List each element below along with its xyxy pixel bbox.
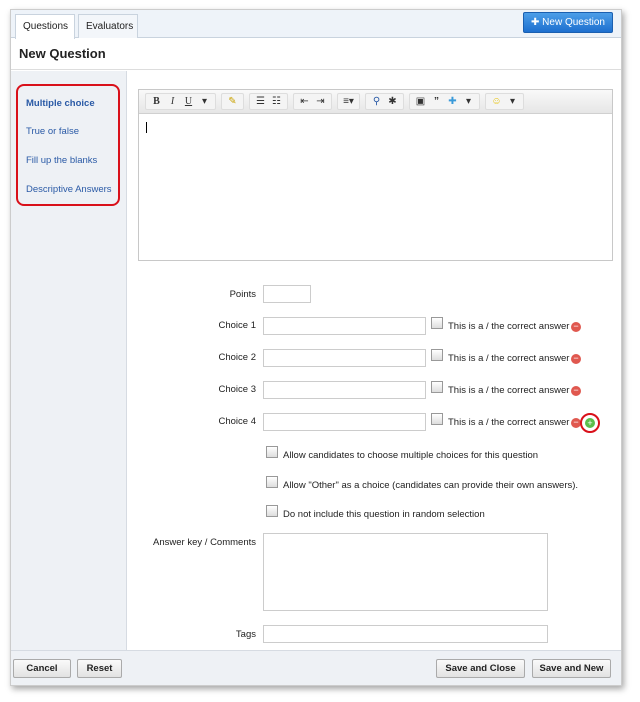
underline-button[interactable]: U [182, 96, 195, 107]
quote-icon[interactable]: ” [430, 96, 443, 107]
exclude-random-checkbox[interactable] [266, 505, 278, 517]
allow-other-label: Allow "Other" as a choice (candidates ca… [283, 480, 579, 491]
correct-checkbox[interactable] [431, 413, 443, 425]
plus-icon: ✚ [531, 17, 543, 28]
tags-label: Tags [235, 629, 256, 640]
question-editor-window: Questions Evaluators ✚ New Question New … [10, 9, 622, 686]
sidebar: Multiple choice True or false Fill up th… [11, 71, 127, 651]
bold-button[interactable]: B [150, 96, 163, 107]
remove-choice-icon[interactable]: − [571, 322, 581, 332]
reset-button[interactable]: Reset [77, 659, 122, 678]
save-and-new-button[interactable]: Save and New [532, 659, 611, 678]
sidebar-item-true-false[interactable]: True or false [26, 126, 79, 137]
chevron-down-icon[interactable]: ▾ [198, 96, 211, 107]
sidebar-item-multiple-choice[interactable]: Multiple choice [26, 98, 95, 109]
correct-label: This is a / the correct answer [448, 385, 570, 396]
sidebar-item-fill-blanks[interactable]: Fill up the blanks [26, 155, 97, 166]
save-and-close-button[interactable]: Save and Close [436, 659, 525, 678]
editor-toolbar: B I U ▾ ✎ ☰ ☷ ⇤ ⇥ ≡▾ ⚲ ✱ ▣” ✚ ▾ ☺ ▾ [139, 90, 612, 114]
answer-key-textarea[interactable] [263, 533, 548, 611]
remove-choice-icon[interactable]: − [571, 354, 581, 364]
multiple-choices-checkbox[interactable] [266, 446, 278, 458]
correct-checkbox[interactable] [431, 349, 443, 361]
outdent-icon[interactable]: ⇤ [298, 96, 311, 107]
footer-bar: Cancel Reset Save and Close Save and New [11, 650, 621, 685]
choice-input[interactable] [263, 381, 426, 399]
choice-label: Choice 2 [218, 352, 257, 363]
text-cursor [146, 122, 147, 133]
italic-button[interactable]: I [166, 96, 179, 107]
choice-input[interactable] [263, 413, 426, 431]
choice-label: Choice 1 [218, 320, 257, 331]
bug-icon[interactable]: ✱ [386, 96, 399, 107]
align-icon[interactable]: ≡▾ [342, 96, 355, 107]
link-icon[interactable]: ⚲ [370, 96, 383, 107]
chevron-down-icon[interactable]: ▾ [462, 96, 475, 107]
sidebar-item-descriptive[interactable]: Descriptive Answers [26, 184, 112, 195]
choice-label: Choice 3 [218, 384, 257, 395]
multiple-choices-label: Allow candidates to choose multiple choi… [283, 450, 539, 461]
indent-icon[interactable]: ⇥ [314, 96, 327, 107]
choice-label: Choice 4 [218, 416, 257, 427]
correct-label: This is a / the correct answer [448, 417, 570, 428]
main-form: B I U ▾ ✎ ☰ ☷ ⇤ ⇥ ≡▾ ⚲ ✱ ▣” ✚ ▾ ☺ ▾ Points Choice… [128, 71, 621, 651]
new-question-button[interactable]: ✚ New Question [523, 12, 613, 33]
tab-evaluators[interactable]: Evaluators [78, 14, 138, 38]
correct-checkbox[interactable] [431, 317, 443, 329]
tab-questions[interactable]: Questions [15, 14, 75, 39]
correct-label: This is a / the correct answer [448, 321, 570, 332]
correct-checkbox[interactable] [431, 381, 443, 393]
choice-input[interactable] [263, 317, 426, 335]
spellcheck-icon[interactable]: ✎ [226, 96, 239, 107]
exclude-random-label: Do not include this question in random s… [283, 509, 485, 520]
chevron-down-icon[interactable]: ▾ [506, 96, 519, 107]
numbered-list-icon[interactable]: ☷ [270, 96, 283, 107]
cancel-button[interactable]: Cancel [13, 659, 71, 678]
image-icon[interactable]: ▣ [414, 96, 427, 107]
bullet-list-icon[interactable]: ☰ [254, 96, 267, 107]
points-label: Points [229, 289, 256, 300]
highlight-annotation [580, 413, 600, 433]
rich-text-editor[interactable]: B I U ▾ ✎ ☰ ☷ ⇤ ⇥ ≡▾ ⚲ ✱ ▣” ✚ ▾ ☺ ▾ [138, 89, 613, 261]
insert-plus-icon[interactable]: ✚ [446, 96, 459, 107]
correct-label: This is a / the correct answer [448, 353, 570, 364]
choice-input[interactable] [263, 349, 426, 367]
smiley-icon[interactable]: ☺ [490, 96, 503, 107]
new-question-label: New Question [542, 17, 605, 28]
page-title: New Question [11, 39, 621, 70]
points-input[interactable] [263, 285, 311, 303]
allow-other-checkbox[interactable] [266, 476, 278, 488]
tags-input[interactable] [263, 625, 548, 643]
answer-key-label: Answer key / Comments [153, 537, 256, 548]
tab-bar: Questions Evaluators ✚ New Question [11, 10, 621, 39]
remove-choice-icon[interactable]: − [571, 386, 581, 396]
